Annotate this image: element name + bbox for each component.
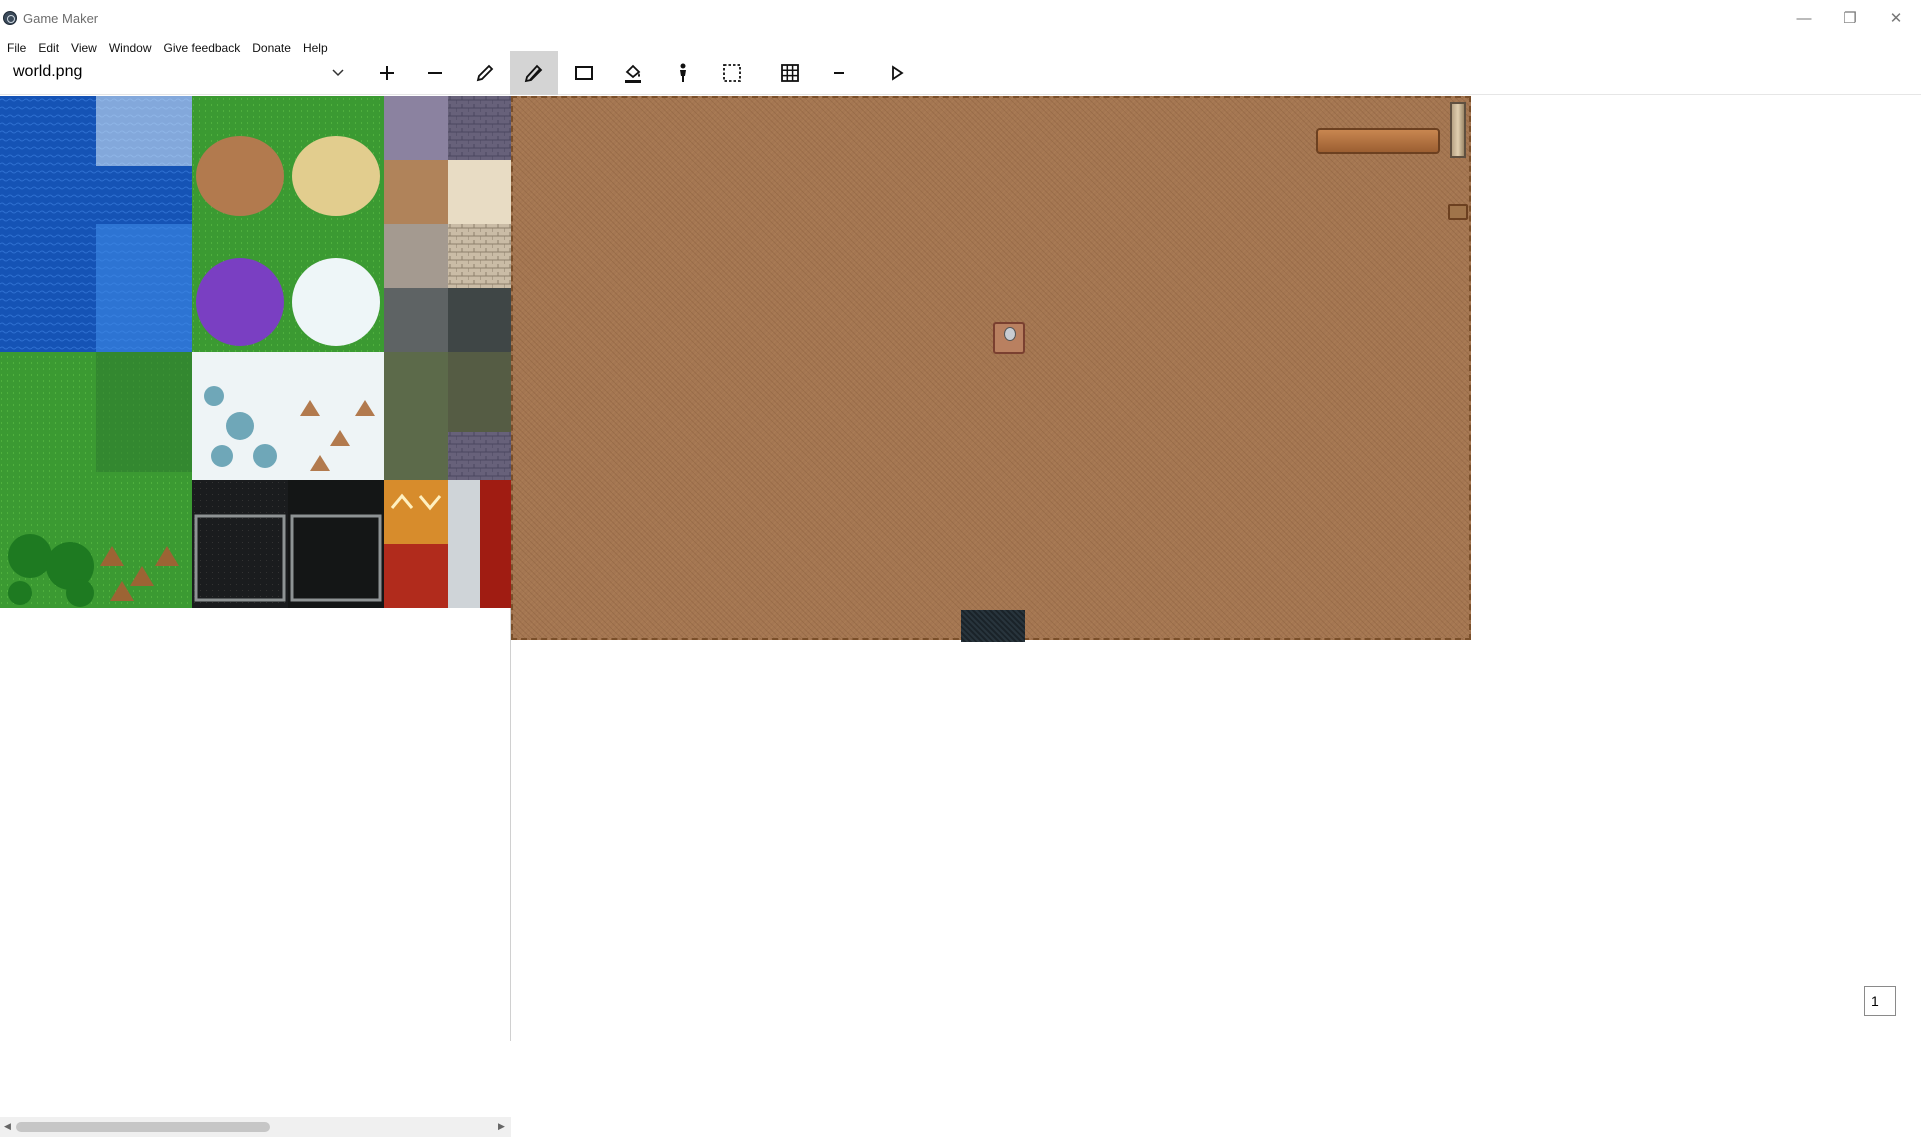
pencil-icon xyxy=(476,64,494,82)
chevron-down-icon xyxy=(332,69,344,77)
paint-bucket-icon xyxy=(625,64,641,83)
page-number-field[interactable]: 1 xyxy=(1864,986,1896,1016)
chest-object[interactable] xyxy=(1448,204,1468,220)
character-tool-button[interactable] xyxy=(659,51,707,95)
tileset-horizontal-scrollbar[interactable]: ◀ ▶ xyxy=(0,1117,511,1137)
map-floor[interactable] xyxy=(511,96,1471,642)
scroll-left-icon[interactable]: ◀ xyxy=(4,1121,11,1132)
restore-icon[interactable]: ❐ xyxy=(1827,0,1873,36)
person-icon xyxy=(680,63,686,82)
pillar-object[interactable] xyxy=(1450,102,1466,158)
scroll-right-icon[interactable]: ▶ xyxy=(498,1121,505,1132)
grid-icon xyxy=(781,64,799,82)
toolbar: world.png xyxy=(0,51,1921,95)
tileset-file-value: world.png xyxy=(13,63,83,80)
character-sprite[interactable] xyxy=(993,322,1025,354)
line-tool-button[interactable] xyxy=(815,51,863,95)
rectangle-icon xyxy=(575,66,593,80)
dashed-select-icon xyxy=(723,64,741,82)
minimize-icon[interactable]: — xyxy=(1781,0,1827,36)
grid-toggle-button[interactable] xyxy=(766,51,814,95)
tileset-panel: ◀ ▶ xyxy=(0,96,511,1137)
brush-tool-button[interactable] xyxy=(510,51,558,95)
title-bar: Game Maker — ❐ ✕ xyxy=(0,0,1921,36)
plus-icon xyxy=(380,66,394,80)
tileset-image[interactable] xyxy=(0,96,511,608)
brush-icon xyxy=(524,64,543,83)
scrollbar-thumb[interactable] xyxy=(16,1122,270,1132)
play-icon xyxy=(892,65,904,81)
zoom-in-button[interactable] xyxy=(363,51,411,95)
pencil-tool-button[interactable] xyxy=(461,51,509,95)
play-button[interactable] xyxy=(873,51,921,95)
door-tile[interactable] xyxy=(961,610,1025,642)
tileset-file-dropdown[interactable]: world.png xyxy=(3,53,355,91)
app-logo-icon xyxy=(3,11,17,25)
rectangle-tool-button[interactable] xyxy=(560,51,608,95)
select-tool-button[interactable] xyxy=(708,51,756,95)
fill-tool-button[interactable] xyxy=(609,51,657,95)
zoom-out-button[interactable] xyxy=(411,51,459,95)
line-icon xyxy=(834,72,844,74)
close-icon[interactable]: ✕ xyxy=(1873,0,1919,36)
map-canvas[interactable] xyxy=(511,96,1471,642)
bench-object[interactable] xyxy=(1316,128,1440,154)
minus-icon xyxy=(428,72,442,74)
window-title: Game Maker xyxy=(23,11,99,26)
